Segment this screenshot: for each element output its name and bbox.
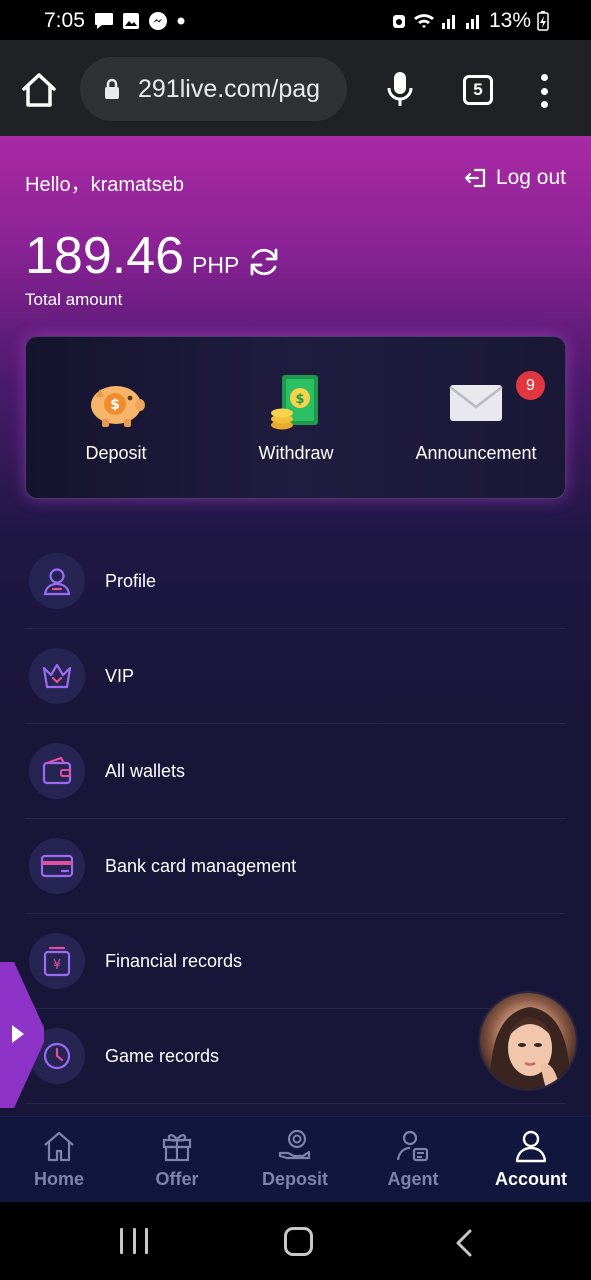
withdraw-label: Withdraw xyxy=(258,443,334,463)
support-avatar[interactable] xyxy=(478,991,578,1091)
piggy-bank-icon: $ xyxy=(91,386,145,427)
envelope-icon xyxy=(449,385,503,421)
balance-currency: PHP xyxy=(192,252,240,278)
clock-icon xyxy=(43,1042,71,1070)
money-coins-icon: $ xyxy=(271,375,318,430)
card-icon xyxy=(40,854,74,878)
gallery-icon xyxy=(123,13,139,29)
battery-percent: 13% xyxy=(488,9,531,32)
coin-hand-icon xyxy=(278,1129,311,1160)
play-arrow-icon xyxy=(12,1025,24,1043)
gift-icon xyxy=(162,1134,192,1162)
balance: 189.46 PHP xyxy=(25,226,281,286)
home-icon xyxy=(44,1131,74,1162)
quick-actions-card: $ Deposit $ Withdraw Announcement 9 xyxy=(25,336,566,499)
address-bar[interactable]: 291live.com/pag xyxy=(80,57,347,121)
notification-icons xyxy=(94,11,186,31)
logout-label: Log out xyxy=(495,166,566,189)
nav-account[interactable]: Account xyxy=(472,1117,590,1203)
url-text: 291live.com/pag xyxy=(138,75,321,103)
yen-box-icon: ¥ xyxy=(43,946,71,977)
nav-label-home: Home xyxy=(33,1169,84,1189)
dot-icon xyxy=(177,17,185,25)
deposit-label: Deposit xyxy=(85,443,147,463)
system-indicators: 13% xyxy=(391,9,549,33)
status-bar: 7:05 13% xyxy=(0,0,591,40)
signal-2-icon xyxy=(465,15,479,29)
microphone-icon[interactable] xyxy=(386,70,414,108)
back-icon[interactable] xyxy=(454,1229,474,1257)
balance-label: Total amount xyxy=(25,290,123,309)
nav-home[interactable]: Home xyxy=(0,1117,118,1203)
nav-label-account: Account xyxy=(495,1169,567,1189)
menu-item-all-wallets[interactable]: All wallets xyxy=(25,724,566,819)
nav-label-agent: Agent xyxy=(387,1169,439,1189)
agent-icon xyxy=(396,1130,429,1162)
menu-label-financial-records: Financial records xyxy=(105,950,243,971)
menu-label-all-wallets: All wallets xyxy=(105,760,186,781)
announcement-badge: 9 xyxy=(516,371,545,400)
announcement-label: Announcement xyxy=(415,443,537,463)
refresh-icon[interactable] xyxy=(247,245,281,279)
svg-text:$: $ xyxy=(295,392,304,407)
deposit-action[interactable]: $ Deposit xyxy=(26,337,206,500)
logout-button[interactable]: Log out xyxy=(464,166,566,190)
system-navigation-bar xyxy=(0,1202,591,1280)
bottom-navigation: Home Offer Deposit Agent Account xyxy=(0,1116,591,1202)
messenger-icon xyxy=(149,12,167,30)
battery-icon xyxy=(537,11,549,31)
message-icon xyxy=(95,13,113,29)
nav-label-deposit: Deposit xyxy=(261,1169,328,1189)
balance-amount: 189.46 xyxy=(25,227,185,285)
nav-label-offer: Offer xyxy=(155,1169,199,1189)
withdraw-action[interactable]: $ Withdraw xyxy=(206,337,386,500)
menu-item-vip[interactable]: VIP xyxy=(25,629,566,724)
lock-icon xyxy=(105,78,119,99)
menu-label-game-records: Game records xyxy=(105,1045,220,1066)
svg-text:$: $ xyxy=(110,397,120,413)
clock: 7:05 xyxy=(44,9,85,32)
system-home-icon[interactable] xyxy=(284,1227,313,1256)
greeting: Hello，kramatseb xyxy=(25,174,184,196)
account-icon xyxy=(515,1130,547,1163)
menu-item-bank-card[interactable]: Bank card management xyxy=(25,819,566,914)
more-menu-icon[interactable] xyxy=(540,74,548,108)
account-page: Hello，kramatseb Log out 189.46 PHP Total… xyxy=(0,136,591,1116)
nav-offer[interactable]: Offer xyxy=(118,1117,236,1203)
announcement-action[interactable]: Announcement xyxy=(386,337,566,500)
menu-label-profile: Profile xyxy=(105,570,157,591)
wallet-icon xyxy=(42,756,72,785)
browser-home-icon[interactable] xyxy=(20,72,58,108)
wifi-icon xyxy=(413,14,434,28)
browser-toolbar: 291live.com/pag 5 xyxy=(0,40,591,136)
alarm-icon xyxy=(392,15,405,28)
user-icon xyxy=(43,568,71,596)
tab-switcher-button[interactable]: 5 xyxy=(463,75,493,105)
menu-item-profile[interactable]: Profile xyxy=(25,534,566,629)
nav-agent[interactable]: Agent xyxy=(354,1117,472,1203)
signal-icon xyxy=(441,15,455,29)
menu-label-vip: VIP xyxy=(105,665,135,686)
menu-item-financial-records[interactable]: ¥ Financial records xyxy=(25,914,566,1009)
avatar-portrait xyxy=(489,1007,571,1089)
logout-icon xyxy=(464,168,486,188)
crown-icon xyxy=(42,663,72,689)
recents-icon[interactable] xyxy=(120,1228,148,1254)
menu-label-bank-card: Bank card management xyxy=(105,855,297,876)
nav-deposit[interactable]: Deposit xyxy=(236,1117,354,1203)
svg-text:¥: ¥ xyxy=(53,958,61,973)
